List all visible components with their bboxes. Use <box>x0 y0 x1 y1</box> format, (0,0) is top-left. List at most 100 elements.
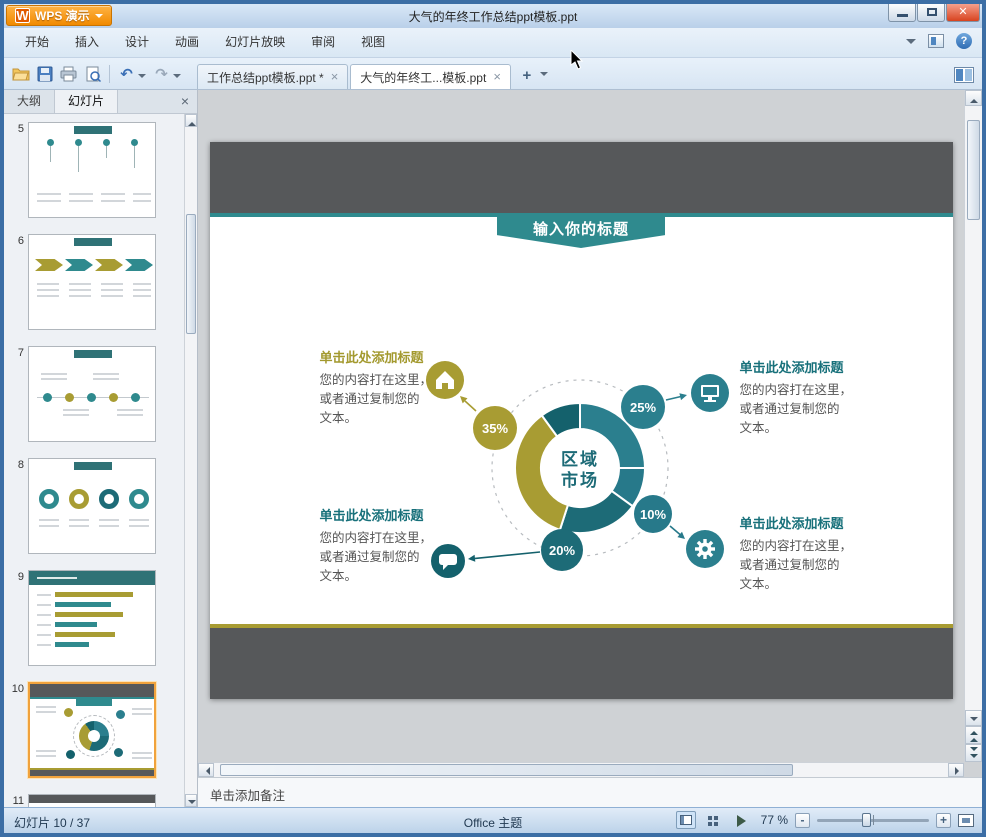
slide-thumbnail[interactable] <box>28 794 156 807</box>
menu-tab-start[interactable]: 开始 <box>12 28 62 57</box>
chevron-down-icon[interactable] <box>906 39 916 49</box>
close-icon: ✕ <box>958 6 968 18</box>
slide-canvas[interactable]: 输入你的标题 区域 市场 35% 25% 10% 20% 单击此处添加标题 您的… <box>209 142 953 699</box>
horizontal-scroll-track[interactable] <box>214 763 948 777</box>
thumbnail-row: 10 <box>4 682 184 778</box>
help-icon[interactable]: ? <box>956 33 972 49</box>
theme-label: Office 主题 <box>463 816 523 830</box>
slideshow-button[interactable] <box>730 811 750 829</box>
zoom-out-button[interactable]: - <box>795 812 810 828</box>
menu-tab-animation[interactable]: 动画 <box>162 28 212 57</box>
vertical-scroll-track[interactable] <box>965 106 982 710</box>
slide-thumbnail[interactable] <box>28 234 156 330</box>
menu-right-icons: ? <box>906 33 972 49</box>
zoom-slider-handle[interactable] <box>862 813 871 827</box>
slide-number: 11 <box>12 795 24 807</box>
normal-view-button[interactable] <box>675 811 696 829</box>
panel-scrollbar-thumb[interactable] <box>186 214 196 334</box>
block-line: 或者通过复制您的 <box>739 558 840 572</box>
menu-tab-design[interactable]: 设计 <box>112 28 162 57</box>
redo-icon[interactable]: ↷ <box>151 63 172 84</box>
zoom-in-button[interactable]: + <box>936 812 951 828</box>
block-line: 文本。 <box>739 421 778 435</box>
scroll-right-icon[interactable] <box>948 763 964 777</box>
quick-toolbar: ↶ ↷ 工作总结ppt模板.ppt * × 大气的年终工...模板.ppt × … <box>4 58 982 90</box>
skin-icon[interactable] <box>928 34 944 48</box>
menu-tab-slideshow[interactable]: 幻灯片放映 <box>212 28 298 57</box>
minimize-button[interactable] <box>888 4 916 22</box>
slide-number: 8 <box>17 459 24 471</box>
vertical-scroll-thumb[interactable] <box>967 120 980 220</box>
horizontal-scrollbar[interactable] <box>198 762 964 777</box>
scroll-up-icon[interactable] <box>185 114 197 127</box>
wps-app-button[interactable]: W WPS 演示 <box>6 5 112 26</box>
scroll-down-icon[interactable] <box>965 710 982 726</box>
thumbnail-row: 9 <box>4 570 184 666</box>
panel-scrollbar[interactable] <box>184 114 197 807</box>
thumbnail-row: 5 <box>4 122 184 218</box>
percent-badge-25: 25% <box>620 385 665 429</box>
slide-thumbnail[interactable] <box>28 122 156 218</box>
undo-dropdown-icon[interactable] <box>138 73 146 82</box>
scroll-down-icon[interactable] <box>185 794 197 807</box>
arrow-to-speech <box>467 551 540 562</box>
arrow-to-monitor <box>665 393 687 401</box>
tab-close-icon[interactable]: × <box>331 70 339 83</box>
thumbnail-art <box>30 684 154 776</box>
block-line: 文本。 <box>319 411 358 425</box>
slide-thumbnail[interactable] <box>28 570 156 666</box>
document-tab-active[interactable]: 大气的年终工...模板.ppt × <box>350 64 511 89</box>
text-block-bottom-left[interactable]: 单击此处添加标题 您的内容打在这里， 或者通过复制您的 文本。 <box>320 506 462 586</box>
text-block-bottom-right[interactable]: 单击此处添加标题 您的内容打在这里， 或者通过复制您的 文本。 <box>740 514 882 594</box>
scroll-left-icon[interactable] <box>198 763 214 777</box>
text-block-top-left[interactable]: 单击此处添加标题 您的内容打在这里， 或者通过复制您的 文本。 <box>320 348 462 428</box>
menu-tab-view[interactable]: 视图 <box>348 28 398 57</box>
thumbnail-row: 6 <box>4 234 184 330</box>
print-icon[interactable] <box>58 63 79 84</box>
percent-badge-10: 10% <box>633 495 672 533</box>
save-icon[interactable] <box>34 63 55 84</box>
app-button-label: WPS 演示 <box>35 9 90 23</box>
block-line: 或者通过复制您的 <box>319 550 420 564</box>
block-line: 您的内容打在这里， <box>739 539 853 553</box>
tab-outline[interactable]: 大纲 <box>4 90 56 113</box>
slide-bottom-band <box>209 628 953 699</box>
scroll-up-icon[interactable] <box>965 90 982 106</box>
close-button[interactable]: ✕ <box>946 4 980 22</box>
panel-close-icon[interactable]: × <box>181 93 189 109</box>
thumbnail-list: 5 6 7 8 9 10 11 <box>4 114 184 807</box>
zoom-slider[interactable] <box>817 812 929 828</box>
maximize-icon <box>927 8 937 16</box>
tab-slides[interactable]: 幻灯片 <box>55 90 119 113</box>
tab-list-dropdown-icon[interactable] <box>539 72 548 80</box>
tab-close-icon[interactable]: × <box>493 70 501 83</box>
undo-icon[interactable]: ↶ <box>116 63 137 84</box>
previous-slide-button[interactable] <box>965 726 982 744</box>
mouse-cursor <box>570 48 584 75</box>
notes-pane[interactable]: 单击添加备注 <box>198 777 982 807</box>
slide-thumbnail[interactable] <box>28 458 156 554</box>
title-bar: W WPS 演示 大气的年终工作总结ppt模板.ppt ✕ <box>4 4 982 28</box>
vertical-scrollbar[interactable] <box>964 90 982 762</box>
slide-thumbnail[interactable] <box>28 346 156 442</box>
document-tab[interactable]: 工作总结ppt模板.ppt * × <box>197 64 349 89</box>
slide-canvas-area: 输入你的标题 区域 市场 35% 25% 10% 20% 单击此处添加标题 您的… <box>198 90 964 762</box>
content-area: 大纲 幻灯片 × 5 6 7 8 9 10 11 输入你的标题 区域 市场 35… <box>4 90 982 807</box>
print-preview-icon[interactable] <box>82 63 103 84</box>
menu-tab-insert[interactable]: 插入 <box>62 28 112 57</box>
horizontal-scroll-thumb[interactable] <box>220 764 793 776</box>
fit-to-window-button[interactable] <box>958 813 974 827</box>
open-file-icon[interactable] <box>10 63 31 84</box>
next-slide-button[interactable] <box>965 744 982 762</box>
maximize-button[interactable] <box>917 4 945 22</box>
new-tab-button[interactable]: + <box>517 67 537 87</box>
text-block-top-right[interactable]: 单击此处添加标题 您的内容打在这里， 或者通过复制您的 文本。 <box>740 358 882 438</box>
thumbnail-row: 11 <box>4 794 184 807</box>
slide-sorter-button[interactable] <box>703 811 723 829</box>
window-arrange-icon[interactable] <box>954 67 974 83</box>
slide-panel: 大纲 幻灯片 × 5 6 7 8 9 10 11 <box>4 90 198 807</box>
slide-thumbnail-selected[interactable] <box>28 682 156 778</box>
menu-tab-review[interactable]: 审阅 <box>298 28 348 57</box>
redo-dropdown-icon[interactable] <box>173 73 181 82</box>
chevron-down-icon <box>94 13 103 22</box>
